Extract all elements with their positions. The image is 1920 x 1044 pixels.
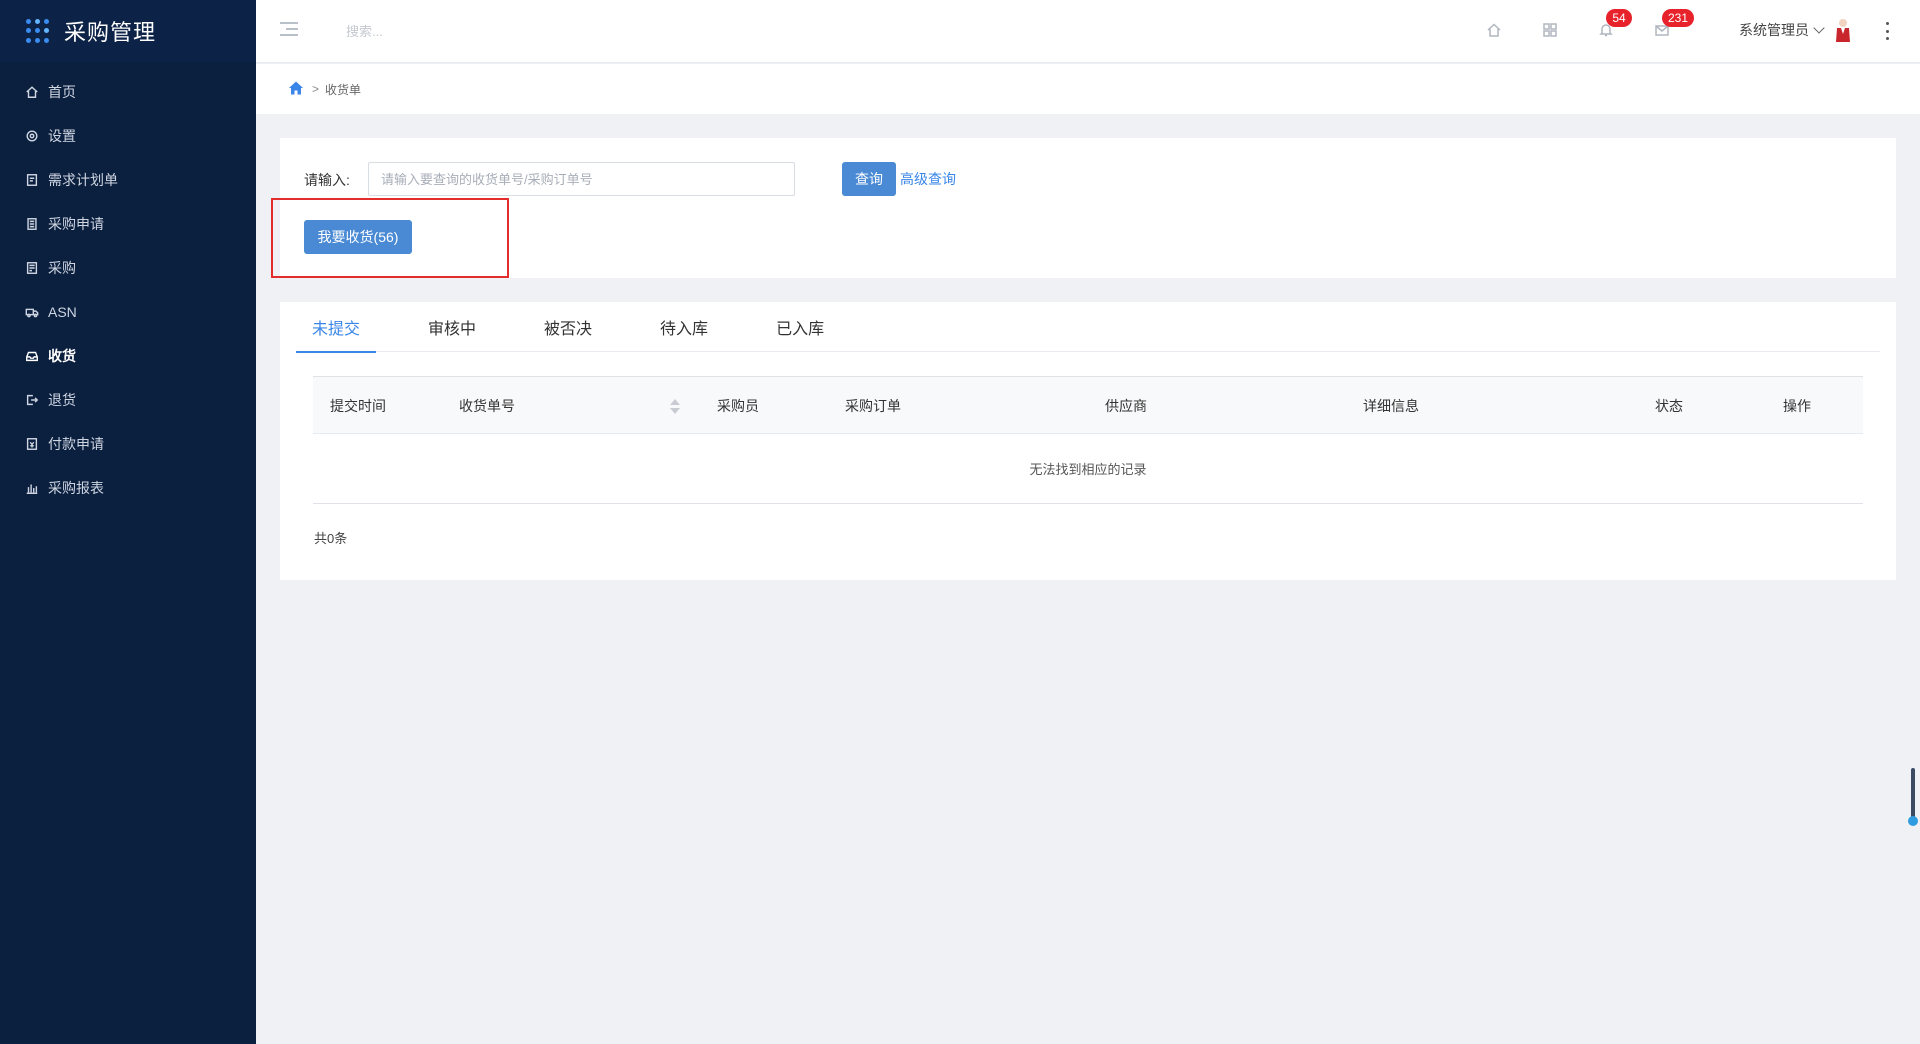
table-panel: 未提交 审核中 被否决 待入库 已入库 提交时间 收货单号 采购员 采购订单 供… bbox=[280, 302, 1896, 580]
query-input[interactable] bbox=[368, 162, 795, 196]
column-details[interactable]: 详细信息 bbox=[1363, 377, 1419, 435]
column-supplier[interactable]: 供应商 bbox=[1105, 377, 1147, 435]
column-buyer[interactable]: 采购员 bbox=[717, 377, 759, 435]
sidebar-item-label: 采购 bbox=[48, 260, 76, 276]
sidebar-item-label: 首页 bbox=[48, 84, 76, 100]
sidebar-menu: 首页 设置 需求计划单 采购申请 采购 ASN 收货 退货 付款申请 采购报表 bbox=[0, 62, 256, 510]
home-icon[interactable] bbox=[1484, 20, 1504, 40]
sidebar-item-asn[interactable]: ASN bbox=[0, 290, 256, 334]
sidebar-item-receiving[interactable]: 收货 bbox=[0, 334, 256, 378]
home-icon bbox=[24, 84, 40, 100]
sidebar-item-label: 设置 bbox=[48, 128, 76, 144]
user-name: 系统管理员 bbox=[1739, 22, 1809, 38]
inbox-icon bbox=[24, 348, 40, 364]
empty-message: 无法找到相应的记录 bbox=[1029, 462, 1147, 477]
query-button[interactable]: 查询 bbox=[842, 162, 896, 196]
chevron-down-icon bbox=[1813, 22, 1825, 34]
home-icon[interactable] bbox=[288, 80, 304, 99]
breadcrumb: > 收货单 bbox=[256, 64, 1920, 114]
sidebar-item-demand-plan[interactable]: 需求计划单 bbox=[0, 158, 256, 202]
return-icon bbox=[24, 392, 40, 408]
truck-icon bbox=[24, 304, 40, 320]
scroll-handle[interactable] bbox=[1908, 768, 1918, 826]
tab-not-submitted[interactable]: 未提交 bbox=[296, 302, 377, 353]
sidebar-item-returns[interactable]: 退货 bbox=[0, 378, 256, 422]
search-panel: 请输入: 查询 高级查询 我要收货(56) bbox=[271, 138, 1896, 278]
sidebar: 采购管理 首页 设置 需求计划单 采购申请 采购 ASN 收货 退货 付款申请 … bbox=[0, 0, 256, 1044]
gear-icon bbox=[24, 128, 40, 144]
tab-stocked-in[interactable]: 已入库 bbox=[760, 302, 840, 352]
bar-chart-icon bbox=[24, 480, 40, 496]
sidebar-item-label: 采购报表 bbox=[48, 480, 104, 496]
sidebar-item-purchase-request[interactable]: 采购申请 bbox=[0, 202, 256, 246]
menu-toggle-icon[interactable] bbox=[280, 22, 298, 38]
sidebar-item-label: 需求计划单 bbox=[48, 172, 118, 188]
sidebar-item-label: 退货 bbox=[48, 392, 76, 408]
sidebar-item-purchase-report[interactable]: 采购报表 bbox=[0, 466, 256, 510]
notifications-button[interactable]: 54 bbox=[1596, 9, 1632, 40]
column-actions[interactable]: 操作 bbox=[1783, 377, 1811, 435]
tab-under-review[interactable]: 审核中 bbox=[412, 302, 492, 352]
avatar[interactable] bbox=[1834, 18, 1852, 42]
tab-pending-stock-in[interactable]: 待入库 bbox=[644, 302, 724, 352]
table-header: 提交时间 收货单号 采购员 采购订单 供应商 详细信息 状态 操作 bbox=[313, 376, 1863, 434]
sidebar-item-home[interactable]: 首页 bbox=[0, 70, 256, 114]
receive-goods-button[interactable]: 我要收货(56) bbox=[304, 220, 412, 254]
document-icon bbox=[24, 172, 40, 188]
messages-badge: 231 bbox=[1662, 9, 1695, 27]
advanced-search-link[interactable]: 高级查询 bbox=[900, 169, 956, 189]
list-icon bbox=[24, 260, 40, 276]
brand[interactable]: 采购管理 bbox=[0, 0, 256, 62]
grid-icon[interactable] bbox=[1540, 20, 1560, 40]
receipts-table: 提交时间 收货单号 采购员 采购订单 供应商 详细信息 状态 操作 无法找到相应… bbox=[313, 376, 1863, 504]
column-receipt-number[interactable]: 收货单号 bbox=[459, 377, 515, 435]
apps-grid-icon bbox=[26, 19, 50, 43]
sort-icon[interactable] bbox=[670, 399, 680, 415]
app-title: 采购管理 bbox=[64, 20, 157, 45]
total-count: 共0条 bbox=[314, 531, 348, 546]
search-label: 请输入: bbox=[304, 172, 350, 188]
clipboard-icon bbox=[24, 216, 40, 232]
status-tabs: 未提交 审核中 被否决 待入库 已入库 bbox=[296, 302, 1880, 353]
global-search-input[interactable] bbox=[346, 20, 546, 42]
empty-state: 无法找到相应的记录 bbox=[313, 434, 1863, 504]
top-header: 54 231 系统管理员 bbox=[256, 0, 1920, 63]
sidebar-item-settings[interactable]: 设置 bbox=[0, 114, 256, 158]
sidebar-item-purchase[interactable]: 采购 bbox=[0, 246, 256, 290]
column-status[interactable]: 状态 bbox=[1655, 377, 1683, 435]
sidebar-item-label: 付款申请 bbox=[48, 436, 104, 452]
tab-rejected[interactable]: 被否决 bbox=[528, 302, 608, 352]
payment-icon bbox=[24, 436, 40, 452]
more-vertical-icon[interactable] bbox=[1884, 22, 1890, 40]
breadcrumb-current: 收货单 bbox=[325, 82, 362, 97]
column-submit-time[interactable]: 提交时间 bbox=[330, 377, 386, 435]
breadcrumb-separator: > bbox=[312, 82, 320, 96]
user-menu[interactable]: 系统管理员 bbox=[1739, 20, 1825, 40]
column-purchase-order[interactable]: 采购订单 bbox=[845, 377, 901, 435]
sidebar-item-label: 采购申请 bbox=[48, 216, 104, 232]
notifications-badge: 54 bbox=[1606, 9, 1632, 27]
sidebar-item-label: 收货 bbox=[48, 348, 76, 364]
sidebar-item-label: ASN bbox=[48, 304, 77, 320]
sidebar-item-payment-request[interactable]: 付款申请 bbox=[0, 422, 256, 466]
messages-button[interactable]: 231 bbox=[1652, 9, 1695, 40]
